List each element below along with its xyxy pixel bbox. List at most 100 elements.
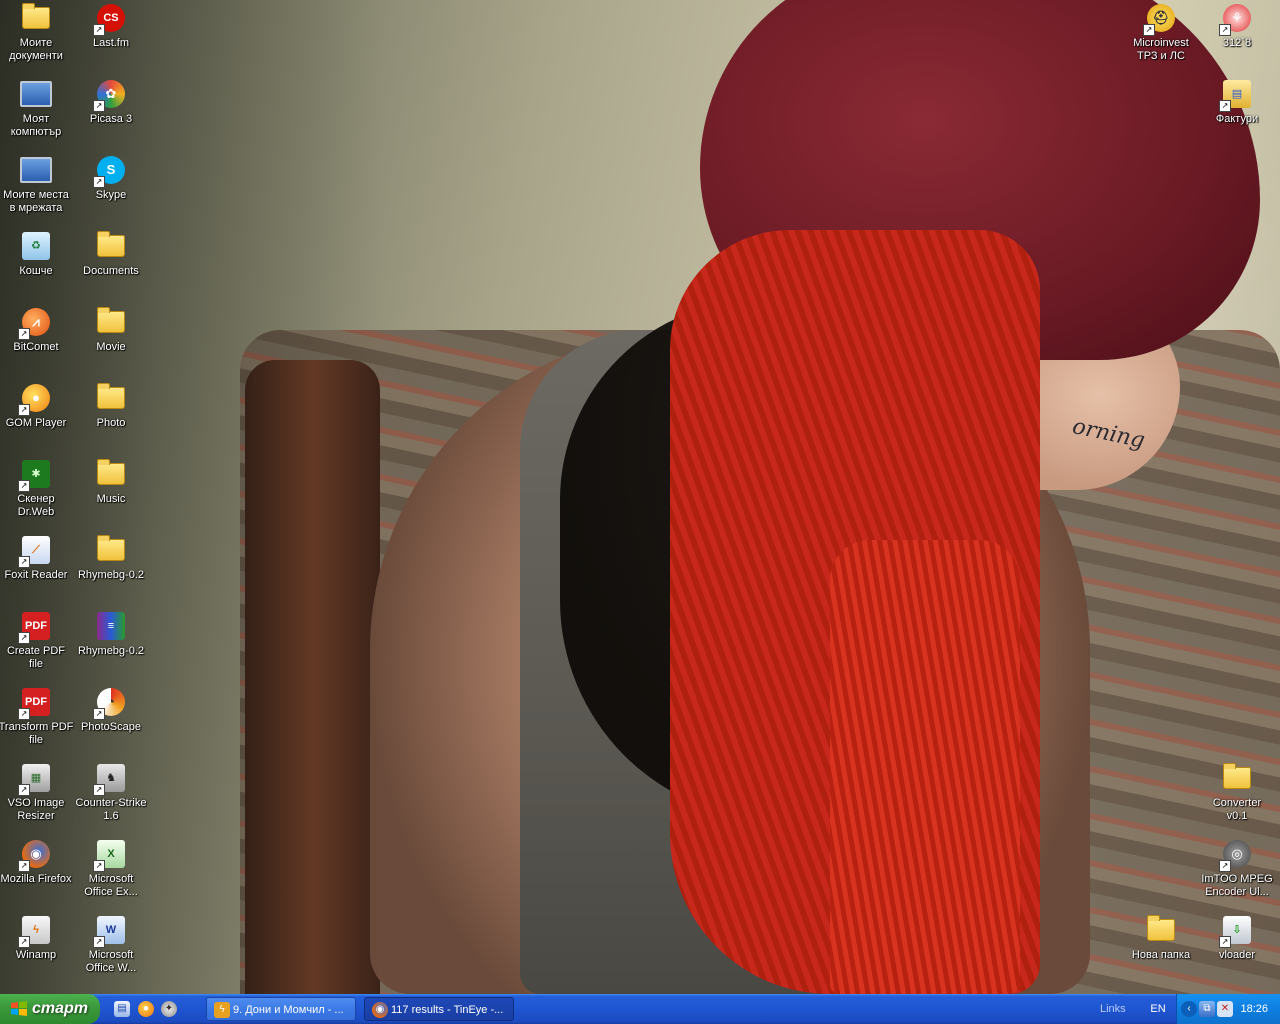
- desktop-icon[interactable]: ⟋ ↗ Foxit Reader: [0, 534, 74, 582]
- app-312-icon: ⚘ ↗: [1219, 2, 1253, 36]
- transform-pdf-icon: PDF ↗: [18, 686, 52, 720]
- word-icon: W ↗: [93, 914, 127, 948]
- desktop-icon-label: Кошче: [19, 265, 53, 277]
- desktop-icon[interactable]: ◉ ↗ Mozilla Firefox: [0, 838, 74, 886]
- skype-icon: S ↗: [93, 154, 127, 188]
- shortcut-arrow-icon: ↗: [93, 784, 105, 796]
- shortcut-arrow-icon: ↗: [18, 784, 30, 796]
- winamp-icon: ϟ ↗: [18, 914, 52, 948]
- shortcut-arrow-icon: ↗: [93, 936, 105, 948]
- shortcut-arrow-icon: ↗: [18, 936, 30, 948]
- desktop-icon-label: vloader: [1218, 949, 1256, 961]
- shortcut-arrow-icon: ↗: [18, 708, 30, 720]
- counter-strike-icon: ♞ ↗: [93, 762, 127, 796]
- folder-icon: [95, 306, 127, 338]
- desktop-icon-label: PhotoScape: [81, 721, 141, 733]
- gom-quick-icon[interactable]: ●: [138, 1001, 154, 1017]
- desktop-icon[interactable]: Photo: [73, 382, 149, 430]
- desktop-icon-label: VSO Image Resizer: [7, 797, 65, 822]
- desktop-icon[interactable]: ▤ ↗ Фактури: [1199, 78, 1275, 126]
- desktop-icon-label: Skype: [95, 189, 127, 201]
- firefox-icon: ◉ ↗: [18, 838, 52, 872]
- shortcut-arrow-icon: ↗: [93, 860, 105, 872]
- bitcomet-icon: ⩘ ↗: [18, 306, 52, 340]
- microinvest-icon: ⛑ ↗: [1143, 2, 1177, 36]
- winamp-icon: ϟ: [214, 1002, 230, 1018]
- desktop-icon[interactable]: ⚘ ↗ 312`8: [1199, 2, 1275, 50]
- desktop-icon-label: Microsoft Office W...: [85, 949, 137, 974]
- desktop-icon[interactable]: ⇩ ↗ vloader: [1199, 914, 1275, 962]
- desktop-icon-label: Моите места в мрежата: [3, 189, 69, 214]
- desktop-icon[interactable]: Music: [73, 458, 149, 506]
- system-tray: ‹ ⧉ ✕ 18:26: [1176, 994, 1280, 1024]
- desktop-icon[interactable]: PDF ↗ Create PDF file: [0, 610, 74, 671]
- tray-expand-icon[interactable]: ‹: [1181, 1001, 1197, 1017]
- desktop-icon-label: Music: [96, 493, 126, 505]
- desktop-icon-label: Last.fm: [92, 37, 130, 49]
- desktop-icon[interactable]: Нова папка: [1123, 914, 1199, 962]
- links-toolbar-label[interactable]: Links: [1100, 994, 1126, 1024]
- desktop-icon-label: Photo: [96, 417, 126, 429]
- desktop-icon[interactable]: S ↗ Skype: [73, 154, 149, 202]
- cs-quick-icon[interactable]: ✦: [161, 1001, 177, 1017]
- desktop-icon[interactable]: Моите места в мрежата: [0, 154, 74, 215]
- desktop-icon[interactable]: Rhymebg-0.2: [73, 534, 149, 582]
- desktop-icon-label: Mozilla Firefox: [0, 873, 72, 885]
- clock[interactable]: 18:26: [1240, 994, 1268, 1024]
- desktop-icon[interactable]: ⛑ ↗ Microinvest ТРЗ и ЛС: [1123, 2, 1199, 63]
- desktop-icon-label: Microinvest ТРЗ и ЛС: [1133, 37, 1189, 62]
- language-indicator[interactable]: EN: [1144, 994, 1172, 1024]
- desktop-icon[interactable]: ◔ ↗ PhotoScape: [73, 686, 149, 734]
- shortcut-arrow-icon: ↗: [18, 860, 30, 872]
- desktop-icon[interactable]: CS ↗ Last.fm: [73, 2, 149, 50]
- desktop-icon-label: BitComet: [13, 341, 59, 353]
- taskbar-button[interactable]: ϟ 9. Дони и Момчил - ...: [206, 997, 356, 1021]
- shortcut-arrow-icon: ↗: [93, 708, 105, 720]
- desktop-icon-label: ImTOO MPEG Encoder Ul...: [1201, 873, 1273, 898]
- desktop-icon[interactable]: ≡ Rhymebg-0.2: [73, 610, 149, 658]
- folder-icon: [95, 534, 127, 566]
- folder-icon: [95, 458, 127, 490]
- windows-flag-icon: [11, 1001, 27, 1016]
- desktop-icon[interactable]: Converter v0.1: [1199, 762, 1275, 823]
- shortcut-arrow-icon: ↗: [18, 632, 30, 644]
- taskbar: старт ▤ ● ✦ Links EN ‹ ⧉ ✕ 18:26 ϟ 9. Дон…: [0, 994, 1280, 1024]
- desktop-icon-label: Моите документи: [9, 37, 63, 62]
- shortcut-arrow-icon: ↗: [93, 100, 105, 112]
- desktop-icon[interactable]: ♞ ↗ Counter-Strike 1.6: [73, 762, 149, 823]
- taskbar-button[interactable]: ◉ 117 results - TinEye -...: [364, 997, 514, 1021]
- desktop-icon[interactable]: ⩘ ↗ BitComet: [0, 306, 74, 354]
- network-icon[interactable]: ⧉: [1199, 1001, 1215, 1017]
- desktop-icon-label: Converter v0.1: [1212, 797, 1262, 822]
- desktop-icon[interactable]: Movie: [73, 306, 149, 354]
- network-places-icon: [20, 154, 52, 186]
- my-documents-icon: [20, 2, 52, 34]
- drweb-icon: ✱ ↗: [18, 458, 52, 492]
- wallpaper-vignette: [0, 0, 1280, 994]
- desktop-icon[interactable]: ✱ ↗ Скенер Dr.Web: [0, 458, 74, 519]
- desktop-icon[interactable]: ✿ ↗ Picasa 3: [73, 78, 149, 126]
- desktop-icon[interactable]: W ↗ Microsoft Office W...: [73, 914, 149, 975]
- desktop-icon[interactable]: Моите документи: [0, 2, 74, 63]
- desktop-icon[interactable]: ♻ Кошче: [0, 230, 74, 278]
- desktop-icon-label: Foxit Reader: [4, 569, 68, 581]
- desktop-icon[interactable]: ▦ ↗ VSO Image Resizer: [0, 762, 74, 823]
- desktop-icon[interactable]: Documents: [73, 230, 149, 278]
- desktop-icon[interactable]: ◎ ↗ ImTOO MPEG Encoder Ul...: [1199, 838, 1275, 899]
- lastfm-icon: CS ↗: [93, 2, 127, 36]
- show-desktop-icon[interactable]: ▤: [114, 1001, 130, 1017]
- start-button[interactable]: старт: [0, 994, 100, 1024]
- desktop[interactable]: orning Моите документиМоят компютърМоите…: [0, 0, 1280, 994]
- desktop-icon[interactable]: PDF ↗ Transform PDF file: [0, 686, 74, 747]
- desktop-icon-label: Transform PDF file: [0, 721, 74, 746]
- desktop-icon[interactable]: X ↗ Microsoft Office Ex...: [73, 838, 149, 899]
- start-label: старт: [32, 1000, 89, 1017]
- shortcut-arrow-icon: ↗: [1219, 100, 1231, 112]
- security-alert-icon[interactable]: ✕: [1217, 1001, 1233, 1017]
- desktop-icon[interactable]: ● ↗ GOM Player: [0, 382, 74, 430]
- desktop-icon[interactable]: ϟ ↗ Winamp: [0, 914, 74, 962]
- desktop-icon-label: Rhymebg-0.2: [77, 569, 145, 581]
- shortcut-arrow-icon: ↗: [93, 24, 105, 36]
- picasa-icon: ✿ ↗: [93, 78, 127, 112]
- desktop-icon[interactable]: Моят компютър: [0, 78, 74, 139]
